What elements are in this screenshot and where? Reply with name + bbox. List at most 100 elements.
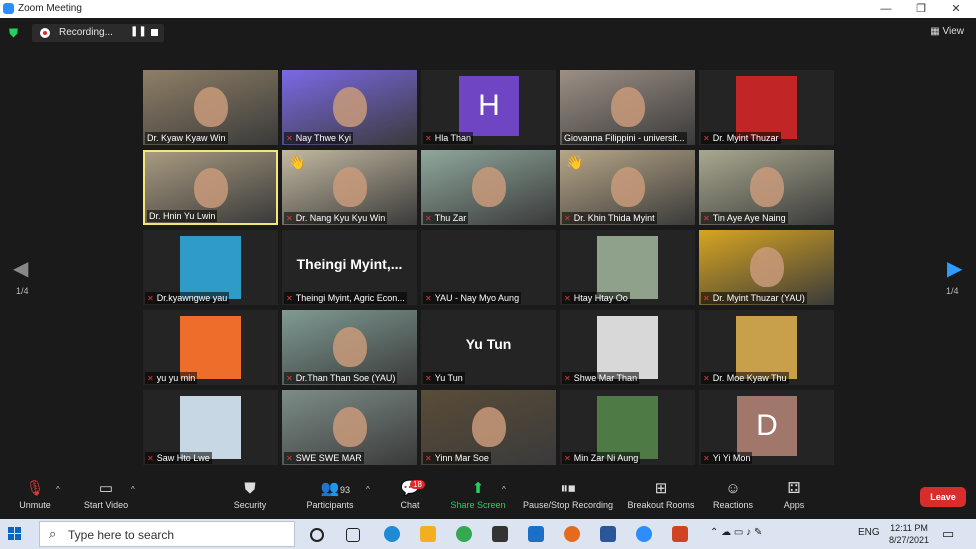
breakout-rooms-button[interactable]: ⊞ Breakout Rooms — [626, 476, 696, 519]
participant-avatar — [180, 316, 241, 379]
participant-tile[interactable]: H ✕ Hla Than — [421, 70, 556, 145]
participant-name-label: ✕ YAU - Nay Myo Aung — [423, 292, 522, 304]
notification-icon[interactable]: ▭ — [942, 526, 954, 542]
word-icon[interactable] — [600, 526, 616, 542]
close-button[interactable]: ✕ — [946, 1, 966, 17]
windows-start-icon[interactable] — [8, 527, 22, 541]
taskbar-search-box[interactable]: ⌕ Type here to search — [39, 521, 295, 547]
clock-time: 12:11 PM — [890, 523, 928, 533]
participant-name: Min Zar Ni Aung — [573, 453, 639, 463]
language-indicator[interactable]: ENG — [858, 527, 880, 538]
participant-tile[interactable]: ✕ Thu Zar — [421, 150, 556, 225]
taskbar-clock[interactable]: 12:11 PM 8/27/2021 — [886, 522, 932, 546]
participant-name-label: ✕ Yi Yi Mon — [701, 452, 753, 464]
unmute-button[interactable]: 🎙 Unmute — [14, 476, 56, 519]
chat-button[interactable]: 💬 18 Chat — [396, 476, 425, 519]
participant-tile[interactable]: ✕ Saw Hto Lwe — [143, 390, 278, 465]
muted-mic-icon: 🎙 — [25, 480, 45, 497]
participant-tile[interactable]: Dr. Hnin Yu Lwin — [143, 150, 278, 225]
participant-name-label: ✕ Saw Hto Lwe — [145, 452, 212, 464]
video-off-icon: ▭ — [98, 480, 114, 497]
security-shield-icon[interactable]: ⛊ — [9, 26, 21, 40]
participants-count: 93 — [340, 485, 351, 495]
participant-name-label: Giovanna Filippini - universit... — [562, 132, 687, 144]
participant-tile[interactable]: ✕ Dr. Myint Thuzar — [699, 70, 834, 145]
muted-mic-icon: ✕ — [564, 214, 571, 223]
mail-icon[interactable] — [528, 526, 544, 542]
raised-hand-icon: 👋 — [566, 154, 584, 170]
participant-name: yu yu min — [156, 373, 196, 383]
participant-tile[interactable]: ✕ YAU - Nay Myo Aung — [421, 230, 556, 305]
minimize-button[interactable]: — — [876, 1, 896, 17]
participant-name: Yinn Mar Soe — [434, 453, 489, 463]
search-icon: ⌕ — [49, 526, 57, 541]
participant-tile[interactable]: D ✕ Yi Yi Mon — [699, 390, 834, 465]
participant-name: Dr. Kyaw Kyaw Win — [147, 133, 226, 143]
participant-name-label: ✕ Dr. Nang Kyu Kyu Win — [284, 212, 388, 224]
participant-tile[interactable]: 👋 ✕ Dr. Khin Thida Myint — [560, 150, 695, 225]
participants-options-caret-icon[interactable]: ^ — [366, 485, 370, 494]
participant-tile[interactable]: Giovanna Filippini - universit... — [560, 70, 695, 145]
muted-mic-icon: ✕ — [703, 294, 710, 303]
muted-mic-icon: ✕ — [286, 134, 293, 143]
window-title: Zoom Meeting — [18, 3, 82, 14]
muted-mic-icon: ✕ — [703, 134, 710, 143]
pause-stop-recording-button[interactable]: ⏸⏹ Pause/Stop Recording — [520, 476, 616, 519]
participant-tile[interactable]: ✕ SWE SWE MAR — [282, 390, 417, 465]
audio-options-caret-icon[interactable]: ^ — [56, 485, 60, 494]
start-video-button[interactable]: ▭ Start Video — [78, 476, 134, 519]
windows-taskbar: ⌕ Type here to search ⌃ ☁ ▭ ♪ ✎ ENG 12:1… — [0, 519, 976, 549]
cortana-icon[interactable] — [310, 528, 324, 542]
leave-button[interactable]: Leave — [920, 487, 966, 507]
file-explorer-icon[interactable] — [420, 526, 436, 542]
participant-name-label: ✕ Htay Htay Oo — [562, 292, 630, 304]
share-screen-button[interactable]: ⬆ Share Screen — [448, 476, 508, 519]
participant-name: Htay Htay Oo — [573, 293, 628, 303]
store-icon[interactable] — [492, 526, 508, 542]
tray-icons[interactable]: ⌃ ☁ ▭ ♪ ✎ — [710, 527, 762, 538]
participant-name-label: Dr. Hnin Yu Lwin — [147, 210, 218, 222]
video-options-caret-icon[interactable]: ^ — [131, 485, 135, 494]
muted-mic-icon: ✕ — [147, 294, 154, 303]
participant-initial: D — [737, 396, 797, 456]
share-options-caret-icon[interactable]: ^ — [502, 485, 506, 494]
participant-tile[interactable]: ✕ yu yu min — [143, 310, 278, 385]
participant-tile[interactable]: ✕ Min Zar Ni Aung — [560, 390, 695, 465]
participant-tile[interactable]: ✕ Dr.kyawngwe yau — [143, 230, 278, 305]
security-button[interactable]: ⛊ Security — [228, 476, 272, 519]
participant-tile[interactable]: ✕ Dr. Moe Kyaw Thu — [699, 310, 834, 385]
participant-name: Hla Than — [434, 133, 472, 143]
participant-tile[interactable]: ✕ Dr.Than Than Soe (YAU) — [282, 310, 417, 385]
share-screen-icon: ⬆ — [471, 480, 485, 497]
next-page-arrow-icon[interactable]: ▶ — [947, 256, 962, 281]
task-view-icon[interactable] — [346, 528, 360, 542]
page-indicator-left: 1/4 — [16, 286, 29, 296]
participant-name-label: ✕ Nay Thwe Kyi — [284, 132, 354, 144]
participant-tile[interactable]: Dr. Kyaw Kyaw Win — [143, 70, 278, 145]
muted-mic-icon: ✕ — [286, 294, 293, 303]
participant-tile[interactable]: ✕ Htay Htay Oo — [560, 230, 695, 305]
participant-tile[interactable]: ✕ Shwe Mar Than — [560, 310, 695, 385]
reactions-button[interactable]: ☺ Reactions — [710, 476, 756, 519]
zoom-taskbar-icon[interactable] — [636, 526, 652, 542]
powerpoint-icon[interactable] — [672, 526, 688, 542]
view-button[interactable]: ▦ View — [930, 26, 964, 37]
recording-label: Recording... — [59, 27, 113, 38]
maximize-button[interactable]: ❐ — [911, 1, 931, 17]
participant-tile[interactable]: ✕ Nay Thwe Kyi — [282, 70, 417, 145]
firefox-icon[interactable] — [564, 526, 580, 542]
participant-tile[interactable]: Theingi Myint,... ✕ Theingi Myint, Agric E… — [282, 230, 417, 305]
previous-page-arrow-icon[interactable]: ◀ — [13, 256, 28, 281]
participant-tile[interactable]: ✕ Yinn Mar Soe — [421, 390, 556, 465]
participants-button[interactable]: 👥 93 Participants — [302, 476, 358, 519]
participant-tile[interactable]: 👋 ✕ Dr. Nang Kyu Kyu Win — [282, 150, 417, 225]
edge-browser-icon[interactable] — [384, 526, 400, 542]
participant-name-label: ✕ Yu Tun — [423, 372, 465, 384]
participant-tile[interactable]: ✕ Tin Aye Aye Naing — [699, 150, 834, 225]
chrome-icon[interactable] — [456, 526, 472, 542]
pause-recording-icon[interactable]: ❚❚ — [130, 26, 147, 37]
participant-tile[interactable]: Yu Tun ✕ Yu Tun — [421, 310, 556, 385]
apps-button[interactable]: ⚃ Apps — [780, 476, 808, 519]
stop-recording-icon[interactable] — [151, 29, 158, 36]
participant-tile[interactable]: ✕ Dr. Myint Thuzar (YAU) — [699, 230, 834, 305]
